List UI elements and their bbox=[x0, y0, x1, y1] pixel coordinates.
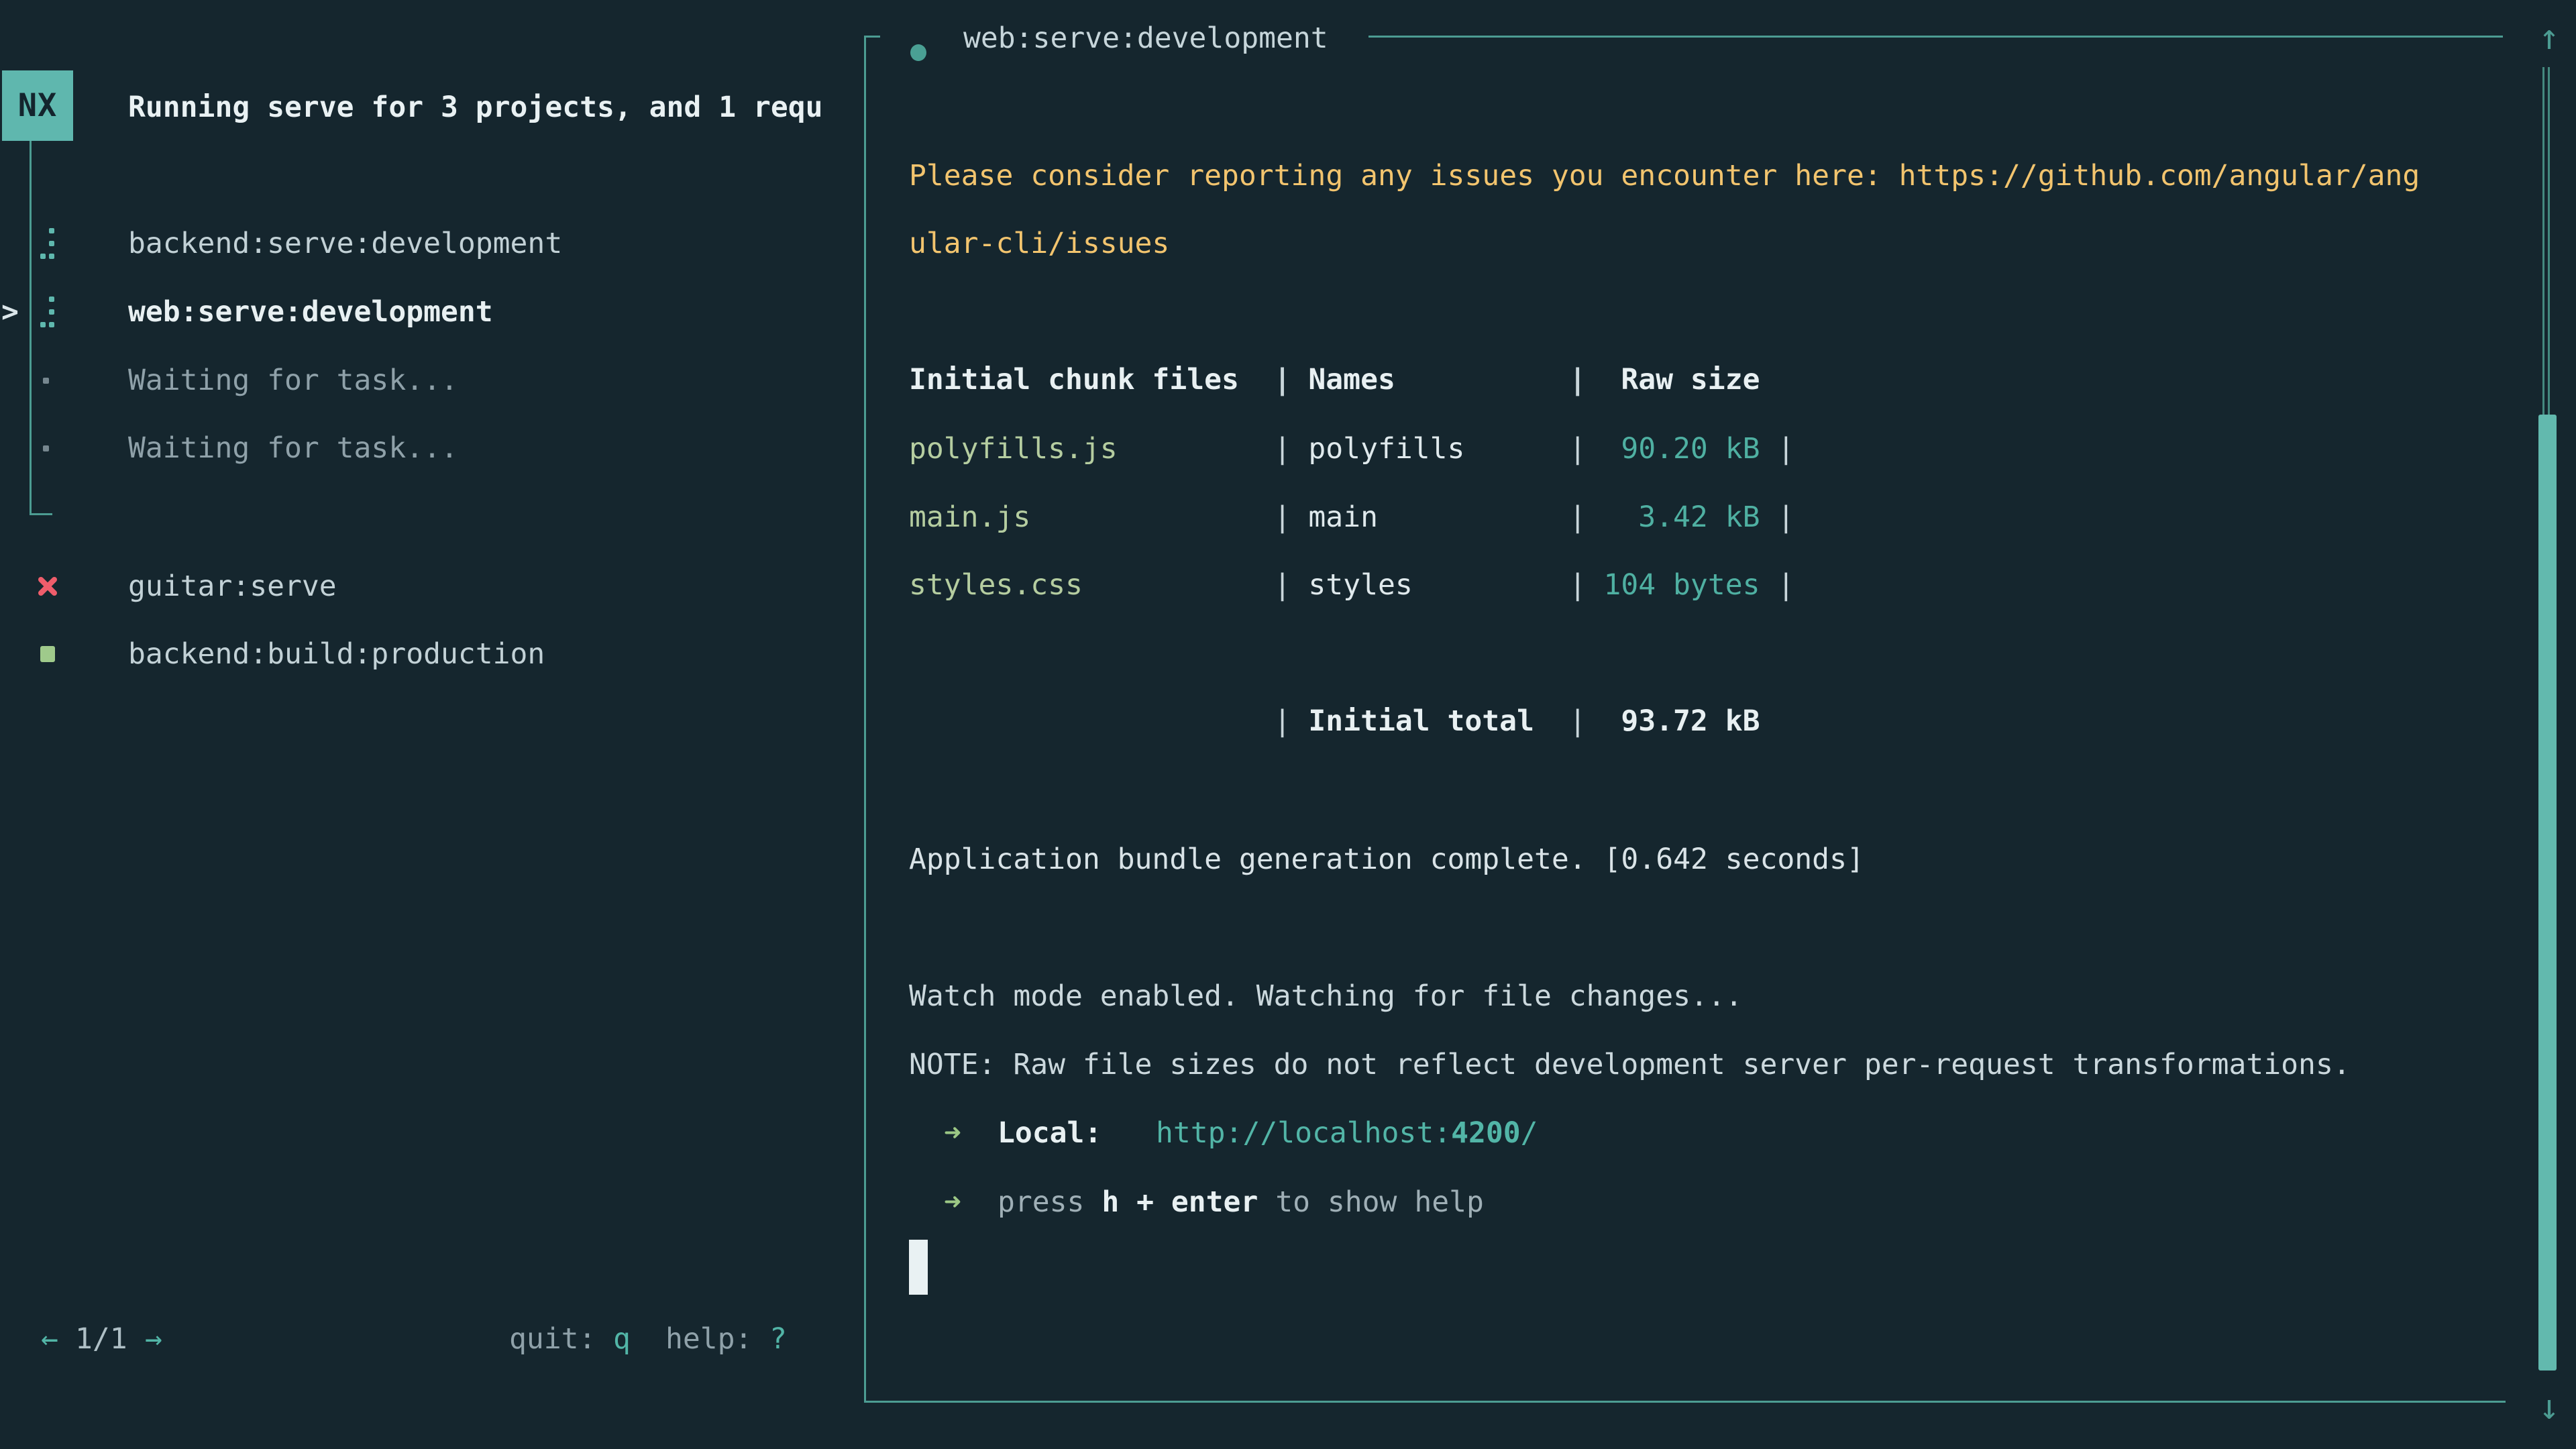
help-shortcut-label: help: bbox=[665, 1305, 752, 1373]
circle-icon bbox=[910, 44, 926, 61]
arrow-right-icon: ➜ bbox=[944, 1168, 961, 1236]
table-separator: | bbox=[1274, 551, 1309, 619]
table-separator: | bbox=[1569, 483, 1604, 551]
help-hint-post: to show help bbox=[1258, 1185, 1484, 1219]
panel-border-bottom bbox=[864, 1401, 2506, 1403]
task-label: Waiting for task... bbox=[128, 346, 458, 415]
spinner-icon bbox=[40, 228, 55, 260]
chunk-size: 3.42 kB bbox=[1603, 483, 1760, 551]
issue-notice-line-2: ular-cli/issues bbox=[909, 209, 1169, 278]
pagination-bar: ← 1/1 → quit:q help:? bbox=[0, 1305, 859, 1373]
task-row-backend-build[interactable]: backend:build:production bbox=[0, 620, 859, 688]
task-label: backend:build:production bbox=[128, 620, 545, 688]
table-row: polyfills.js|polyfills|90.20 kB| bbox=[909, 415, 1794, 483]
total-label: Initial total bbox=[1308, 687, 1568, 755]
nx-tui-screen: NX Running serve for 3 projects, and 1 r… bbox=[0, 0, 2576, 1449]
panel-border-top-stub bbox=[864, 36, 880, 38]
note-line: NOTE: Raw file sizes do not reflect deve… bbox=[909, 1030, 2351, 1099]
table-row: styles.css|styles|104 bytes| bbox=[909, 551, 1794, 619]
help-hint-pre: press bbox=[998, 1185, 1102, 1219]
square-icon bbox=[40, 646, 55, 662]
local-label: Local: bbox=[998, 1099, 1102, 1167]
scroll-down-arrow-icon[interactable]: ↓ bbox=[2533, 1375, 2565, 1440]
total-size: 93.72 kB bbox=[1603, 687, 1760, 755]
output-panel-title: web:serve:development bbox=[963, 4, 1328, 72]
url-slash: / bbox=[1521, 1116, 1538, 1150]
table-separator: | bbox=[1569, 551, 1604, 619]
watch-mode-line: Watch mode enabled. Watching for file ch… bbox=[909, 962, 1743, 1030]
selected-chevron-icon: > bbox=[1, 278, 19, 346]
col-header-files: Initial chunk files bbox=[909, 345, 1274, 414]
waiting-dot-icon bbox=[43, 378, 49, 384]
panel-border-title-line bbox=[1368, 36, 2503, 38]
help-hint-keys: h + enter bbox=[1102, 1185, 1258, 1219]
help-hint-line: ➜ press h + enter to show help bbox=[0, 1168, 2576, 1236]
chunk-size: 90.20 kB bbox=[1603, 415, 1760, 483]
terminal-cursor bbox=[909, 1240, 928, 1295]
chunk-table-header: Initial chunk files|Names|Raw size bbox=[909, 345, 1760, 414]
url-base: http://localhost: bbox=[1156, 1116, 1451, 1150]
table-separator: | bbox=[1274, 687, 1309, 755]
scrollbar-thumb[interactable] bbox=[2538, 415, 2557, 1371]
scrollbar-track[interactable] bbox=[2542, 67, 2550, 415]
sidebar-header-title: Running serve for 3 projects, and 1 requ bbox=[128, 73, 859, 142]
nx-logo: NX bbox=[2, 70, 73, 141]
chunk-name: styles bbox=[1308, 551, 1568, 619]
chunk-name: polyfills bbox=[1308, 415, 1568, 483]
waiting-dot-icon bbox=[43, 445, 49, 451]
spinner-icon bbox=[40, 297, 55, 328]
task-label: backend:serve:development bbox=[128, 209, 562, 278]
task-row-waiting-2[interactable]: Waiting for task... bbox=[0, 414, 859, 482]
url-port: 4200 bbox=[1451, 1116, 1521, 1150]
task-label: web:serve:development bbox=[128, 278, 493, 346]
quit-shortcut-key: q bbox=[613, 1305, 631, 1373]
table-separator: | bbox=[1569, 687, 1604, 755]
page-next-arrow-icon[interactable]: → bbox=[145, 1305, 162, 1373]
quit-shortcut-label: quit: bbox=[509, 1305, 596, 1373]
table-total-row: |Initial total|93.72 kB bbox=[909, 687, 1760, 755]
chunk-file: polyfills.js bbox=[909, 415, 1274, 483]
table-row: main.js|main|3.42 kB| bbox=[909, 483, 1794, 551]
table-separator: | bbox=[1760, 551, 1794, 619]
table-separator: | bbox=[1760, 483, 1794, 551]
page-prev-arrow-icon[interactable]: ← bbox=[41, 1305, 58, 1373]
arrow-right-icon: ➜ bbox=[944, 1099, 961, 1167]
task-group-bracket-corner bbox=[30, 513, 52, 515]
nx-logo-text: NX bbox=[18, 87, 58, 124]
table-separator: | bbox=[1274, 345, 1309, 414]
chunk-name: main bbox=[1308, 483, 1568, 551]
task-row-waiting-1[interactable]: Waiting for task... bbox=[0, 346, 859, 415]
bundle-complete-line: Application bundle generation complete. … bbox=[909, 825, 1864, 894]
help-hint-text: press h + enter to show help bbox=[998, 1168, 1484, 1236]
local-url-line: ➜ Local: http://localhost:4200/ bbox=[0, 1099, 2576, 1167]
table-separator: | bbox=[1569, 345, 1604, 414]
task-row-backend-serve[interactable]: backend:serve:development bbox=[0, 209, 859, 278]
table-separator: | bbox=[1274, 483, 1309, 551]
scroll-up-arrow-icon[interactable]: ↑ bbox=[2533, 5, 2565, 70]
col-header-names: Names bbox=[1308, 345, 1568, 414]
table-separator: | bbox=[1569, 415, 1604, 483]
task-label: Waiting for task... bbox=[128, 414, 458, 482]
local-url-link[interactable]: http://localhost:4200/ bbox=[1156, 1099, 1538, 1167]
task-label: guitar:serve bbox=[128, 552, 337, 621]
chunk-file: styles.css bbox=[909, 551, 1274, 619]
page-indicator: 1/1 bbox=[75, 1305, 127, 1373]
help-shortcut-key: ? bbox=[769, 1305, 787, 1373]
table-separator: | bbox=[1760, 415, 1794, 483]
task-row-guitar-serve[interactable]: guitar:serve bbox=[0, 552, 859, 621]
table-separator: | bbox=[1274, 415, 1309, 483]
cross-icon bbox=[37, 576, 58, 597]
chunk-size: 104 bytes bbox=[1603, 551, 1760, 619]
task-row-web-serve[interactable]: > web:serve:development bbox=[0, 278, 859, 346]
col-header-raw-size: Raw size bbox=[1603, 345, 1760, 414]
chunk-file: main.js bbox=[909, 483, 1274, 551]
issue-notice-line-1: Please consider reporting any issues you… bbox=[909, 142, 2420, 210]
